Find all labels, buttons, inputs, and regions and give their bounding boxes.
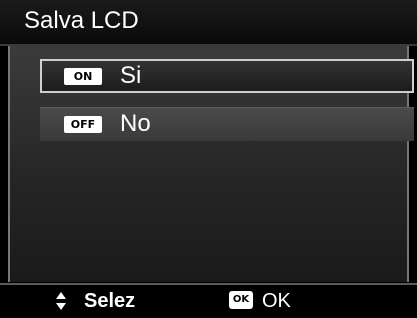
page-title: Salva LCD bbox=[24, 7, 139, 34]
option-label: Si bbox=[120, 62, 142, 89]
option-label: No bbox=[120, 110, 151, 137]
menu-header: Salva LCD bbox=[0, 0, 417, 46]
off-badge-icon: OFF bbox=[64, 116, 102, 133]
option-on[interactable]: ON Si bbox=[40, 59, 414, 93]
select-hint-label: Selez bbox=[84, 290, 136, 312]
up-down-arrows-icon bbox=[56, 292, 66, 310]
ok-button-icon: OK bbox=[229, 291, 253, 309]
on-badge-icon: ON bbox=[64, 68, 102, 85]
camera-menu-screen: Salva LCD ON Si OFF No Selez OK OK bbox=[0, 0, 417, 318]
option-off[interactable]: OFF No bbox=[40, 107, 414, 141]
ok-hint-label: OK bbox=[262, 290, 291, 312]
footer-bar: Selez OK OK bbox=[0, 283, 417, 318]
